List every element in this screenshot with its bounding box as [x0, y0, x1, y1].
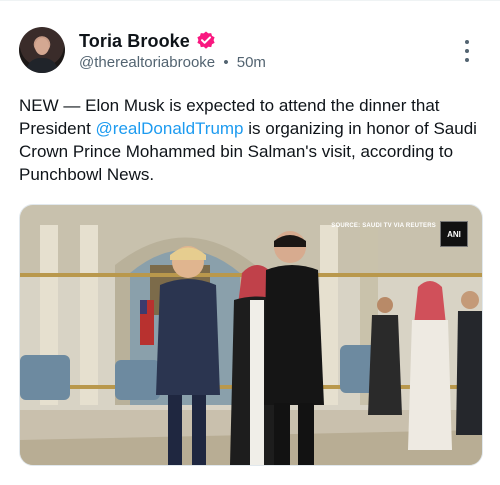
post-media-video[interactable]: SOURCE: SAUDI TV VIA REUTERS ANI — [19, 204, 483, 466]
verified-badge-icon — [195, 30, 217, 52]
more-vertical-icon[interactable] — [460, 40, 474, 62]
ani-logo: ANI — [440, 221, 468, 247]
divider — [0, 0, 500, 1]
author-display-name[interactable]: Toria Brooke — [79, 31, 190, 52]
media-scene-image — [20, 205, 482, 465]
author-handle[interactable]: @therealtoriabrooke — [79, 54, 215, 71]
author-name-row: Toria Brooke — [79, 30, 217, 52]
avatar[interactable] — [19, 27, 65, 73]
media-source-caption: SOURCE: SAUDI TV VIA REUTERS — [331, 223, 436, 229]
meta-separator: • — [223, 54, 229, 71]
post-time[interactable]: 50m — [237, 54, 266, 71]
author-meta: @therealtoriabrooke • 50m — [79, 54, 266, 71]
post-text: NEW — Elon Musk is expected to attend th… — [19, 94, 484, 186]
post-card[interactable]: Toria Brooke @therealtoriabrooke • 50m N… — [0, 0, 500, 485]
mention-link[interactable]: @realDonaldTrump — [96, 119, 244, 138]
